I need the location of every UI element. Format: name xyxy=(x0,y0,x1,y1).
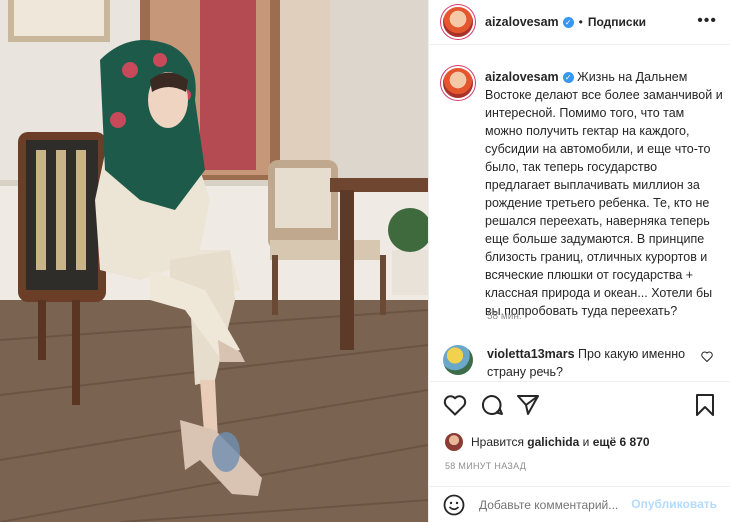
comment-like-heart-icon[interactable] xyxy=(701,351,713,362)
commenter-username[interactable]: violetta13mars xyxy=(487,347,575,361)
liker-username[interactable]: galichida xyxy=(527,435,579,449)
comment-text-block: violetta13mars Про какую именно страну р… xyxy=(487,345,697,381)
likes-and: и xyxy=(582,435,590,449)
photo-illustration xyxy=(0,0,428,522)
comment-icon[interactable] xyxy=(480,394,504,416)
heart-icon[interactable] xyxy=(443,394,467,416)
post-actions-bar xyxy=(429,381,730,432)
author-avatar[interactable] xyxy=(443,7,473,37)
verified-badge-icon: ✓ xyxy=(562,16,574,28)
post-sidebar: aizalovesam ✓ • Подписки ••• aizalovesam… xyxy=(428,0,730,522)
bookmark-icon[interactable] xyxy=(695,394,715,416)
post-timestamp[interactable]: 58 МИНУТ НАЗАД xyxy=(445,461,526,471)
verified-badge-icon: ✓ xyxy=(562,72,574,84)
post-header: aizalovesam ✓ • Подписки ••• xyxy=(429,0,730,45)
likes-summary: Нравится galichida и ещё 6 870 xyxy=(445,433,650,451)
publish-button[interactable]: Опубликовать xyxy=(631,497,717,511)
share-icon[interactable] xyxy=(516,394,540,416)
author-username[interactable]: aizalovesam xyxy=(485,15,559,29)
comment-item: violetta13mars Про какую именно страну р… xyxy=(443,345,723,381)
caption-text-block: aizalovesam ✓ Жизнь на Дальнем Востоке де… xyxy=(485,68,723,320)
caption-text: Жизнь на Дальнем Востоке делают все боле… xyxy=(485,70,723,318)
caption-username[interactable]: aizalovesam xyxy=(485,70,559,84)
likes-count[interactable]: ещё 6 870 xyxy=(593,435,650,449)
following-button[interactable]: Подписки xyxy=(588,15,646,29)
add-comment-bar: Опубликовать xyxy=(429,486,730,523)
instagram-post-view: aizalovesam ✓ • Подписки ••• aizalovesam… xyxy=(0,0,730,522)
caption-time[interactable]: 58 мин. xyxy=(487,311,522,322)
liker-avatar[interactable] xyxy=(445,433,463,451)
post-caption: aizalovesam ✓ Жизнь на Дальнем Востоке де… xyxy=(443,68,723,320)
caption-avatar[interactable] xyxy=(443,68,473,98)
add-comment-input[interactable] xyxy=(477,497,631,513)
more-options-icon[interactable]: ••• xyxy=(697,12,717,30)
likes-prefix: Нравится xyxy=(471,435,524,449)
post-photo[interactable] xyxy=(0,0,428,522)
commenter-avatar[interactable] xyxy=(443,345,473,375)
separator-dot: • xyxy=(578,15,583,29)
emoji-icon[interactable] xyxy=(443,494,465,516)
